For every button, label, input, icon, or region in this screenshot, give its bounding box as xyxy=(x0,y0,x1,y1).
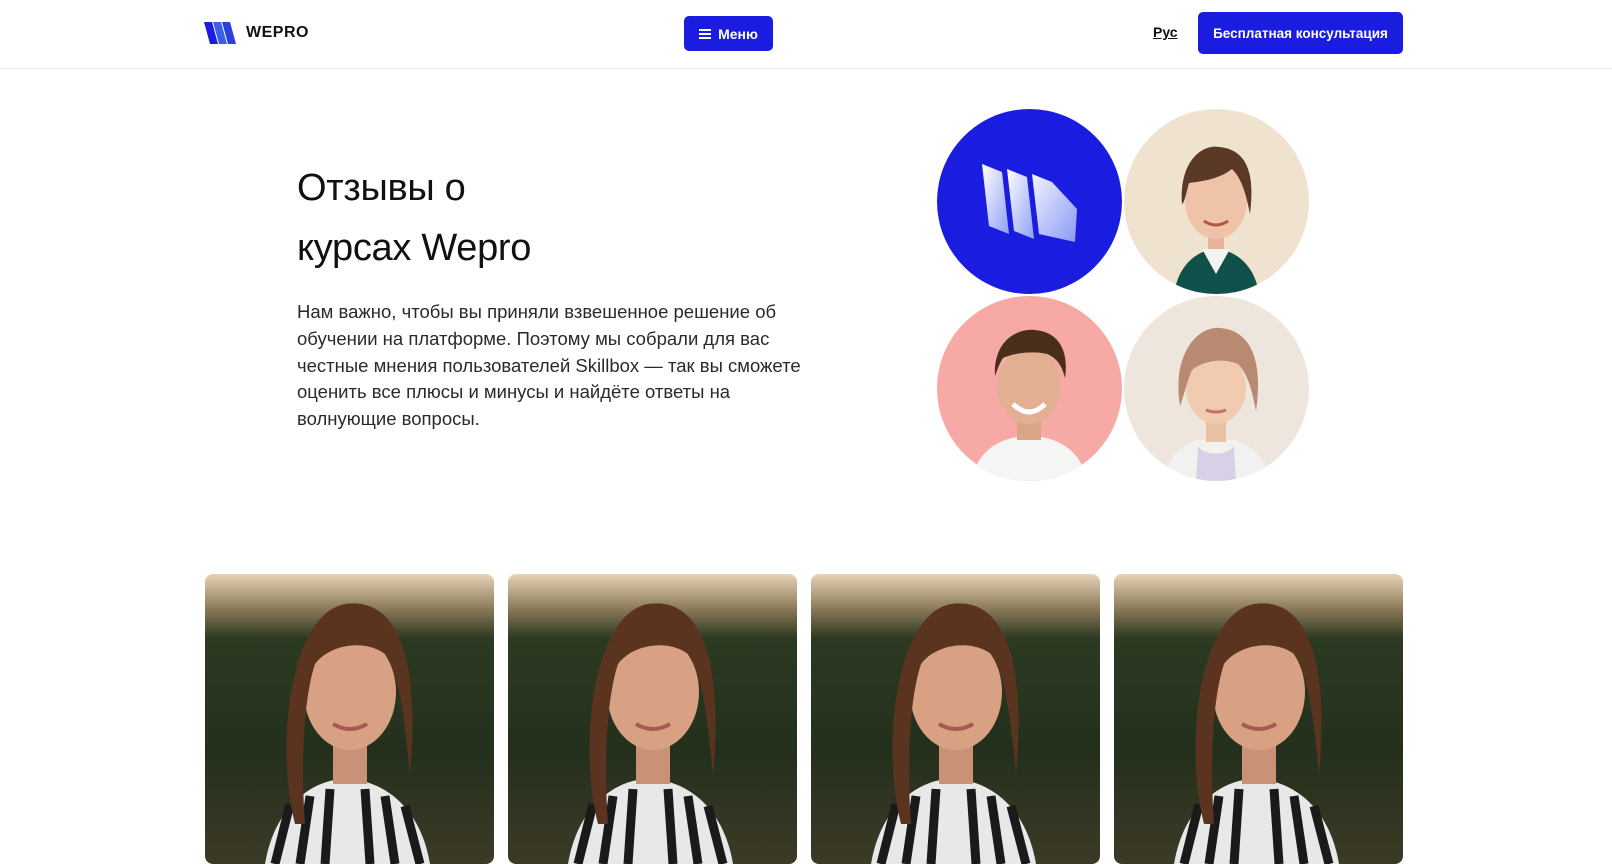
woman-portrait-photo xyxy=(568,603,733,864)
wepro-logo[interactable]: WEPRO xyxy=(204,20,309,46)
menu-button[interactable]: Меню xyxy=(684,16,773,51)
man-portrait-photo xyxy=(972,329,1087,481)
page-title-line-2: курсах Wepro xyxy=(297,227,532,269)
review-card[interactable] xyxy=(205,574,494,864)
language-switch[interactable]: Рус xyxy=(1153,24,1178,40)
page-title: Отзывы о курсах Wepro xyxy=(297,158,657,278)
woman-portrait-photo xyxy=(1174,603,1339,864)
page-title-line-1: Отзывы о xyxy=(297,167,466,209)
free-consultation-button[interactable]: Бесплатная консультация xyxy=(1198,12,1403,54)
reviewer-avatar xyxy=(1124,296,1309,481)
wepro-logo-icon xyxy=(204,22,236,44)
hamburger-icon xyxy=(699,29,712,39)
woman-portrait-photo xyxy=(1174,146,1259,294)
reviewer-avatar xyxy=(1124,109,1309,294)
wepro-logo-icon xyxy=(982,164,1077,242)
logo-text: WEPRO xyxy=(246,24,309,41)
woman-portrait-photo xyxy=(871,603,1036,864)
woman-portrait-photo xyxy=(265,603,430,864)
review-card[interactable] xyxy=(811,574,1100,864)
review-card[interactable] xyxy=(508,574,797,864)
menu-button-label: Меню xyxy=(718,25,758,42)
woman-portrait-photo xyxy=(1164,327,1270,481)
brand-logo-circle xyxy=(937,109,1122,294)
hero-description: Нам важно, чтобы вы приняли взвешенное р… xyxy=(297,301,801,430)
review-card[interactable] xyxy=(1114,574,1403,864)
reviewer-avatar xyxy=(937,296,1122,481)
site-header: WEPRO Меню Рус Бесплатная консультация xyxy=(0,0,1612,69)
